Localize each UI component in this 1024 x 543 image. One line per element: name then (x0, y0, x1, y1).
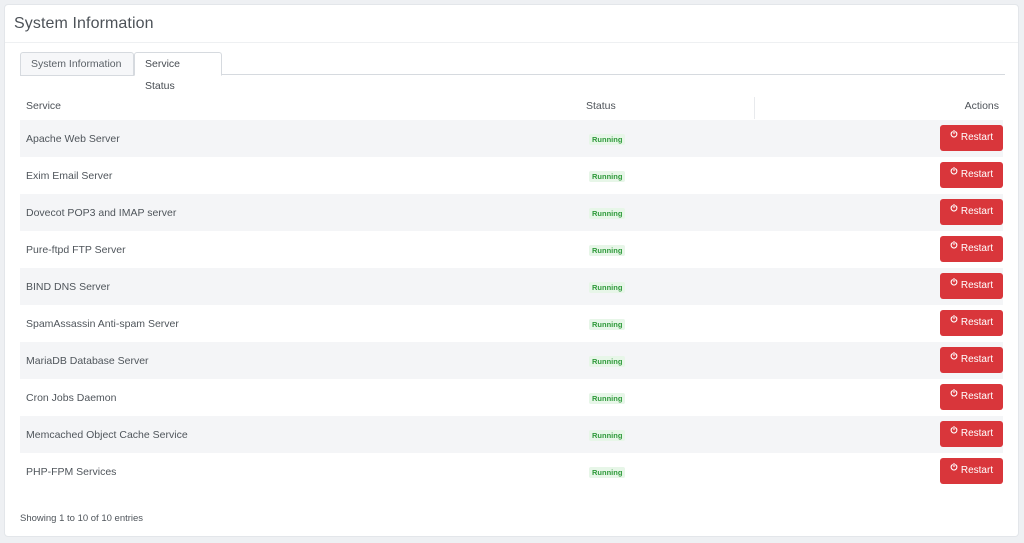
status-badge: Running (589, 393, 626, 404)
restart-button-label: Restart (960, 243, 994, 254)
restart-button[interactable]: Restart (940, 458, 1003, 484)
restart-button-label: Restart (960, 465, 994, 476)
restart-button-label: Restart (960, 391, 994, 402)
restart-button[interactable]: Restart (940, 421, 1003, 447)
status-badge: Running (589, 467, 626, 478)
power-icon (950, 345, 958, 371)
table-row: BIND DNS Server Running Restart (20, 268, 1003, 305)
power-icon (950, 160, 958, 186)
column-header-actions: Actions (964, 100, 999, 112)
service-name: Exim Email Server (26, 170, 113, 182)
restart-button-label: Restart (960, 280, 994, 291)
service-name: BIND DNS Server (26, 281, 111, 293)
table-row: Pure-ftpd FTP Server Running Restart (20, 231, 1003, 268)
restart-button[interactable]: Restart (940, 347, 1003, 373)
tab-system-information[interactable]: System Information (20, 52, 134, 76)
title-divider (5, 42, 1018, 43)
column-header-status[interactable]: Status (586, 100, 616, 112)
tab-bar: System Information Service Status (20, 48, 1005, 92)
restart-button[interactable]: Restart (940, 199, 1003, 225)
service-name: Pure-ftpd FTP Server (26, 244, 126, 256)
power-icon (950, 308, 958, 334)
service-status-table: Service Status Actions Apache Web Server… (20, 97, 1003, 490)
power-icon (950, 382, 958, 408)
power-icon (950, 234, 958, 260)
status-badge: Running (589, 245, 626, 256)
power-icon (950, 456, 958, 482)
power-icon (950, 123, 958, 149)
power-icon (950, 271, 958, 297)
status-badge: Running (589, 134, 626, 145)
table-header: Service Status Actions (20, 97, 1003, 120)
service-name: Cron Jobs Daemon (26, 392, 117, 404)
table-row: Cron Jobs Daemon Running Restart (20, 379, 1003, 416)
restart-button[interactable]: Restart (940, 310, 1003, 336)
table-row: Exim Email Server Running Restart (20, 157, 1003, 194)
status-badge: Running (589, 319, 626, 330)
restart-button[interactable]: Restart (940, 125, 1003, 151)
table-row: Apache Web Server Running Restart (20, 120, 1003, 157)
restart-button[interactable]: Restart (940, 236, 1003, 262)
status-badge: Running (589, 282, 626, 293)
table-row: MariaDB Database Server Running Restart (20, 342, 1003, 379)
power-icon (950, 419, 958, 445)
restart-button-label: Restart (960, 169, 994, 180)
table-row: Dovecot POP3 and IMAP server Running Resta… (20, 194, 1003, 231)
restart-button[interactable]: Restart (940, 162, 1003, 188)
status-badge: Running (589, 430, 626, 441)
restart-button-label: Restart (960, 317, 994, 328)
service-name: SpamAssassin Anti-spam Server (26, 318, 179, 330)
status-badge: Running (589, 356, 626, 367)
restart-button-label: Restart (960, 206, 994, 217)
restart-button-label: Restart (960, 428, 994, 439)
restart-button[interactable]: Restart (940, 273, 1003, 299)
status-badge: Running (589, 208, 626, 219)
system-information-panel: System Information System Information Se… (4, 4, 1019, 537)
restart-button-label: Restart (960, 354, 994, 365)
table-body: Apache Web Server Running Restart Exim Emai… (20, 120, 1003, 490)
table-row: Memcached Object Cache Service Running Res… (20, 416, 1003, 453)
service-name: Dovecot POP3 and IMAP server (26, 207, 177, 219)
service-name: MariaDB Database Server (26, 355, 149, 367)
restart-button[interactable]: Restart (940, 384, 1003, 410)
service-name: Apache Web Server (26, 133, 120, 145)
column-header-service[interactable]: Service (26, 100, 61, 112)
table-entries-info: Showing 1 to 10 of 10 entries (20, 513, 144, 524)
power-icon (950, 197, 958, 223)
panel-title: System Information (14, 15, 154, 32)
tab-service-status[interactable]: Service Status (134, 52, 222, 92)
status-badge: Running (589, 171, 626, 182)
table-row: PHP-FPM Services Running Restart (20, 453, 1003, 490)
restart-button-label: Restart (960, 132, 994, 143)
service-name: PHP-FPM Services (26, 466, 117, 478)
table-row: SpamAssassin Anti-spam Server Running Rest… (20, 305, 1003, 342)
column-divider (754, 97, 755, 119)
service-name: Memcached Object Cache Service (26, 429, 188, 441)
